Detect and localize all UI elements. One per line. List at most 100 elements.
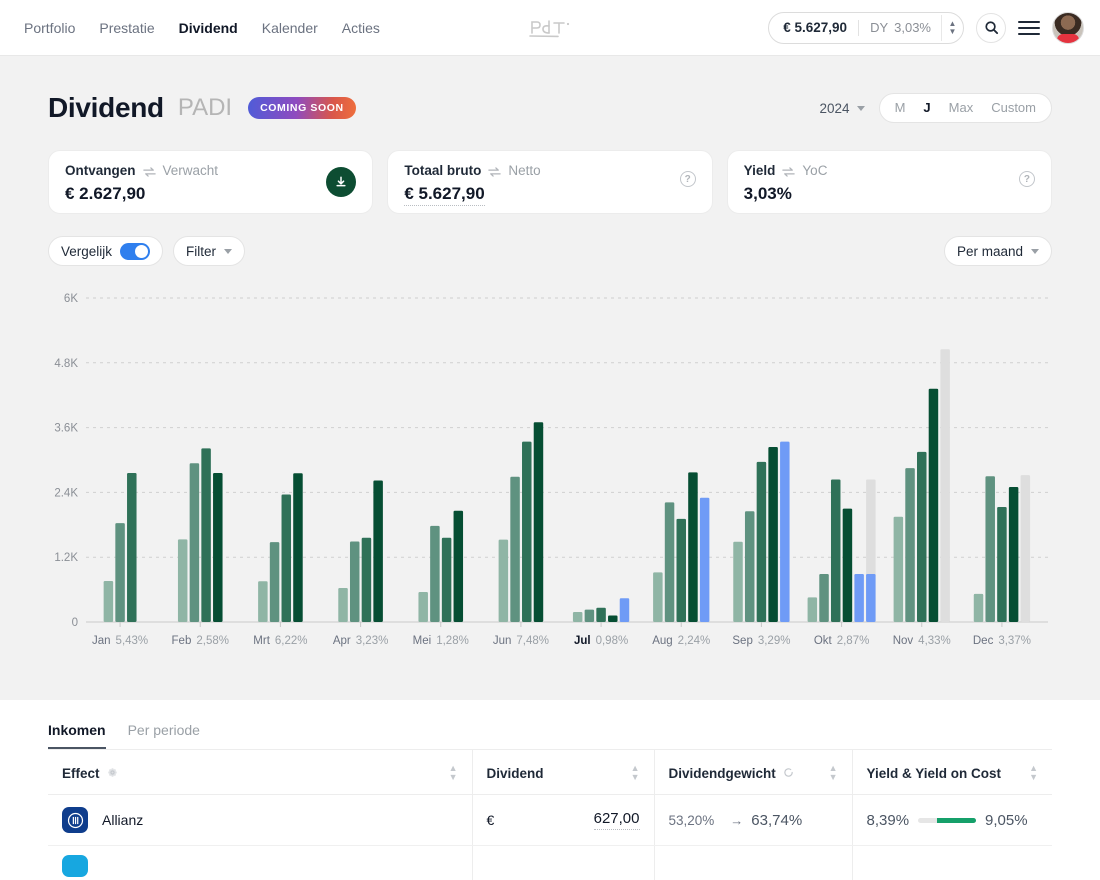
range-button-max[interactable]: Max bbox=[940, 94, 983, 122]
chart-bar[interactable] bbox=[177, 539, 188, 622]
chart-bar[interactable] bbox=[854, 573, 864, 622]
nav-link-portfolio[interactable]: Portfolio bbox=[24, 20, 75, 36]
chart-bar[interactable] bbox=[676, 518, 687, 622]
cell-dividend[interactable]: € 627,00 bbox=[471, 794, 654, 846]
chart-bar[interactable] bbox=[510, 476, 520, 622]
chart-bar[interactable] bbox=[361, 537, 372, 622]
menu-button[interactable] bbox=[1018, 19, 1040, 37]
table-row[interactable] bbox=[48, 845, 1052, 880]
sort-icon[interactable]: ▲ ▼ bbox=[829, 764, 838, 782]
chart-bar[interactable] bbox=[115, 523, 125, 622]
nav-link-acties[interactable]: Acties bbox=[342, 20, 380, 36]
grouping-dropdown[interactable]: Per maand bbox=[943, 236, 1052, 266]
chart-bar[interactable] bbox=[258, 581, 268, 622]
table-row[interactable]: Allianz € 627,00 53,20% → 63,74% 8,39% 9… bbox=[48, 794, 1052, 846]
chart-bar[interactable] bbox=[917, 451, 927, 622]
chart-bar[interactable] bbox=[1008, 487, 1019, 622]
chart-bar[interactable] bbox=[338, 587, 348, 622]
column-header-dividend[interactable]: Dividend ▲ ▼ bbox=[471, 750, 654, 795]
chart-bar[interactable] bbox=[453, 510, 464, 622]
chart-bar[interactable] bbox=[664, 502, 675, 622]
chart-bar[interactable] bbox=[533, 422, 544, 622]
chart-bar[interactable] bbox=[127, 472, 137, 622]
chart-bar[interactable] bbox=[688, 472, 698, 622]
chart-bar[interactable] bbox=[418, 592, 428, 622]
chart-bar[interactable] bbox=[807, 597, 818, 622]
chart-bar[interactable] bbox=[768, 447, 778, 622]
refresh-icon[interactable] bbox=[783, 766, 794, 781]
chart-bar[interactable] bbox=[293, 473, 303, 622]
gear-icon[interactable] bbox=[107, 766, 118, 781]
chart-bar[interactable] bbox=[269, 542, 280, 622]
portfolio-value-pill[interactable]: € 5.627,90 DY 3,03% ▲ ▼ bbox=[768, 11, 964, 44]
chart-bar[interactable] bbox=[756, 461, 767, 622]
swap-icon[interactable] bbox=[142, 165, 156, 177]
cell-dividendgewicht[interactable] bbox=[653, 845, 852, 880]
cell-yield[interactable]: 8,39% 9,05% bbox=[851, 794, 1052, 846]
help-circle-icon[interactable]: ? bbox=[1018, 171, 1035, 187]
chart-bar[interactable] bbox=[893, 516, 904, 622]
chart-bar[interactable] bbox=[733, 541, 743, 622]
chart-bar[interactable] bbox=[498, 539, 509, 622]
cell-effect[interactable]: Allianz bbox=[48, 794, 472, 846]
card-label-secondary[interactable]: Verwacht bbox=[163, 163, 219, 178]
swap-icon[interactable] bbox=[782, 165, 796, 177]
chart-bar[interactable] bbox=[572, 612, 583, 622]
chart-bar[interactable] bbox=[103, 580, 114, 622]
value-stepper[interactable]: ▲ ▼ bbox=[941, 14, 957, 41]
chart-bar[interactable] bbox=[373, 480, 383, 622]
chart-bar[interactable] bbox=[441, 537, 452, 622]
chart-bar[interactable] bbox=[985, 476, 995, 622]
chart-bar[interactable] bbox=[349, 541, 360, 622]
avatar[interactable] bbox=[1052, 11, 1084, 44]
chart-bar-realized-overlay[interactable] bbox=[866, 573, 876, 622]
chart-bar[interactable] bbox=[584, 609, 595, 622]
chart-bar[interactable] bbox=[1020, 475, 1031, 622]
chart-bar[interactable] bbox=[522, 441, 532, 622]
sort-icon[interactable]: ▲ ▼ bbox=[449, 764, 458, 782]
column-header-effect[interactable]: Effect ▲ ▼ bbox=[48, 750, 472, 795]
chart-bar[interactable] bbox=[653, 572, 663, 622]
chart-bar[interactable] bbox=[189, 463, 200, 622]
cell-yield[interactable] bbox=[851, 845, 1052, 880]
toggle-switch[interactable] bbox=[120, 242, 151, 260]
year-selector[interactable]: 2024 bbox=[820, 101, 865, 116]
chart-bar[interactable] bbox=[201, 448, 211, 622]
filter-dropdown[interactable]: Filter bbox=[173, 236, 246, 266]
tab-inkomen[interactable]: Inkomen bbox=[48, 722, 106, 749]
swap-icon[interactable] bbox=[488, 165, 502, 177]
card-label-secondary[interactable]: Netto bbox=[508, 163, 540, 178]
chart-bar[interactable] bbox=[842, 508, 853, 622]
chart-bar[interactable] bbox=[744, 511, 755, 622]
help-circle-icon[interactable]: ? bbox=[679, 171, 696, 187]
chart-bar[interactable] bbox=[973, 593, 984, 622]
search-button[interactable] bbox=[976, 12, 1006, 43]
column-header-yield[interactable]: Yield & Yield on Cost ▲ ▼ bbox=[851, 750, 1052, 795]
cell-effect[interactable] bbox=[48, 845, 472, 880]
range-button-m[interactable]: M bbox=[886, 94, 915, 122]
chart-bar[interactable] bbox=[596, 607, 606, 622]
chart-bar[interactable] bbox=[608, 615, 618, 622]
dividend-bar-chart[interactable]: 0 1.2K 2.4K 3.6K 4.8K 6K Jan 5,43% Feb 2,58% Mrt 6,… bbox=[48, 284, 1052, 674]
nav-link-kalender[interactable]: Kalender bbox=[262, 20, 318, 36]
chart-bar[interactable] bbox=[430, 525, 440, 622]
chart-bar[interactable] bbox=[997, 506, 1007, 622]
cell-dividend[interactable] bbox=[471, 845, 654, 880]
chart-bar[interactable] bbox=[780, 441, 790, 622]
nav-link-prestatie[interactable]: Prestatie bbox=[99, 20, 154, 36]
range-button-j[interactable]: J bbox=[914, 94, 939, 122]
brand-logo[interactable] bbox=[528, 17, 572, 39]
card-label-secondary[interactable]: YoC bbox=[802, 163, 827, 178]
chart-bar[interactable] bbox=[699, 497, 710, 622]
cell-dividendgewicht[interactable]: 53,20% → 63,74% bbox=[653, 794, 852, 846]
sort-icon[interactable]: ▲ ▼ bbox=[631, 764, 640, 782]
chart-bar[interactable] bbox=[213, 472, 223, 622]
chart-bar[interactable] bbox=[928, 388, 939, 622]
column-header-dividendgewicht[interactable]: Dividendgewicht ▲ ▼ bbox=[653, 750, 852, 795]
sort-icon[interactable]: ▲ ▼ bbox=[1029, 764, 1038, 782]
chart-bar[interactable] bbox=[281, 494, 292, 622]
download-button[interactable] bbox=[326, 167, 357, 197]
chart-bar[interactable] bbox=[940, 349, 950, 622]
tab-per-periode[interactable]: Per periode bbox=[128, 722, 200, 749]
chart-bar[interactable] bbox=[619, 598, 630, 622]
